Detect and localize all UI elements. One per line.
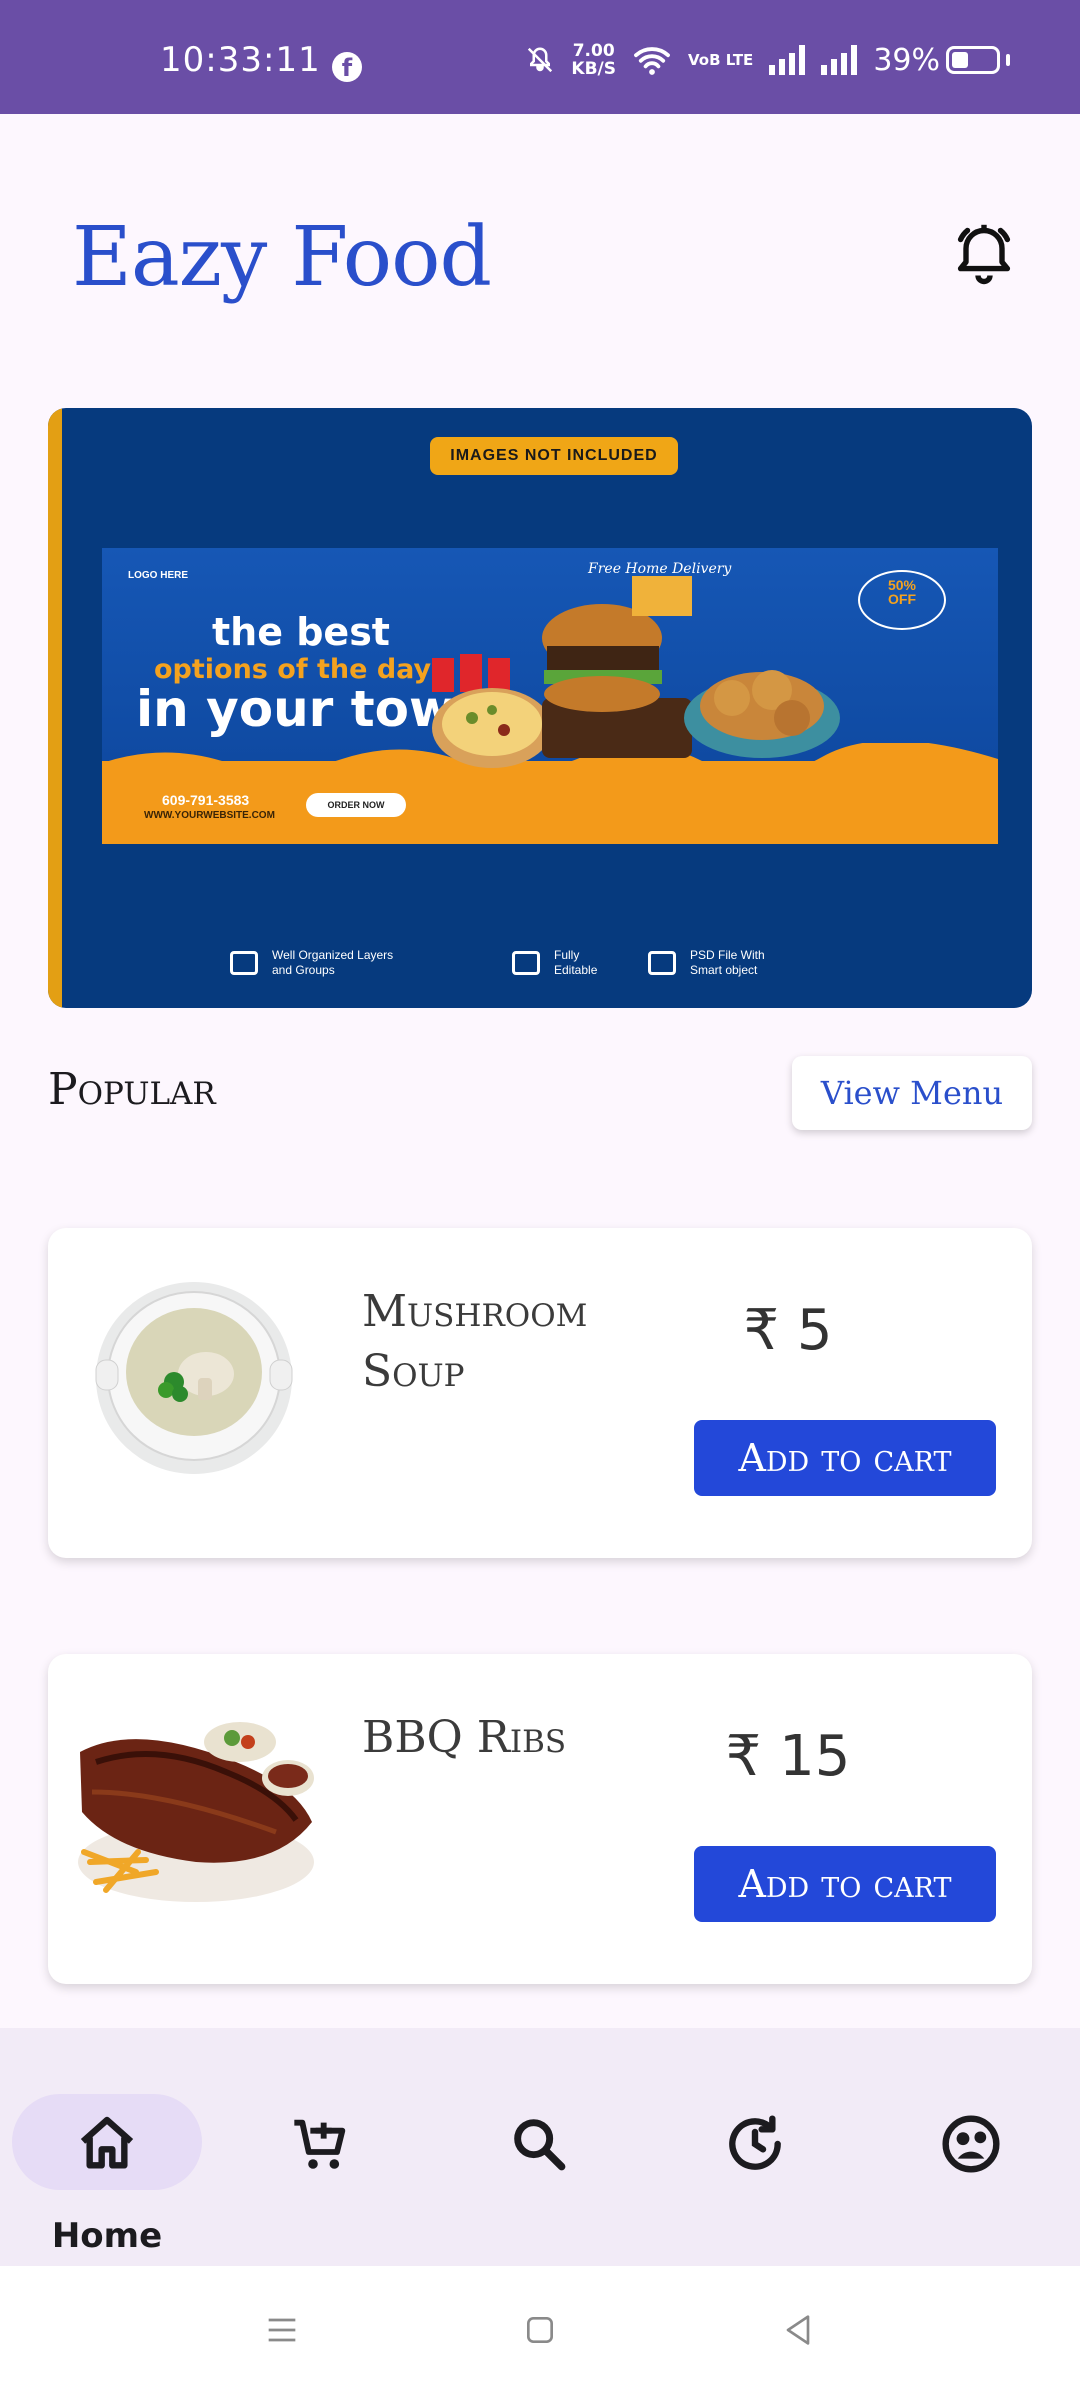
battery-nub (1006, 54, 1010, 66)
banner-feature-2: Fully Editable (512, 948, 624, 978)
nav-home[interactable]: Home (12, 2064, 202, 2256)
item-price: ₹ 15 (725, 1724, 851, 1789)
banner-accent-edge (48, 408, 62, 1008)
bell-off-icon (528, 47, 553, 73)
network-speed-value: 7.00 (572, 41, 615, 61)
banner-order-button: ORDER NOW (306, 793, 406, 817)
network-speed-unit: KB/S (571, 59, 616, 79)
recent-apps-icon[interactable] (262, 2310, 302, 2350)
cart-icon (294, 2119, 346, 2169)
layers-icon (230, 951, 258, 975)
banner-feature-3: PSD File With Smart object (648, 948, 790, 978)
bottom-nav: Home (0, 2028, 1080, 2266)
item-name: BBQ Ribs (362, 1712, 567, 1763)
popular-heading: Popular (48, 1064, 216, 1115)
food-illustration (432, 576, 840, 768)
app-title: Eazy Food (72, 210, 492, 305)
banner-logo: LOGO HERE (128, 570, 189, 581)
food-card[interactable]: Mushroom Soup ₹ 5 Add to cart (48, 1228, 1032, 1558)
banner-website: WWW.YOURWEBSITE.COM (144, 810, 275, 821)
item-price: ₹ 5 (743, 1298, 833, 1363)
banner-feature-label: Fully Editable (554, 948, 598, 977)
item-name: Mushroom Soup (362, 1286, 588, 1397)
search-icon (514, 2119, 566, 2171)
banner-tag: IMAGES NOT INCLUDED (430, 437, 678, 475)
folder-icon (648, 951, 676, 975)
promo-banner[interactable]: IMAGES NOT INCLUDED LOGO HERE the best o… (48, 408, 1032, 1008)
signal-icon-2 (821, 45, 858, 75)
add-to-cart-button[interactable]: Add to cart (694, 1420, 996, 1496)
banner-feature-1: Well Organized Layers and Groups (230, 948, 402, 978)
food-card[interactable]: BBQ Ribs ₹ 15 Add to cart (48, 1654, 1032, 1984)
network-speed: 7.00 KB/S (571, 42, 616, 78)
banner-discount-badge: 50% OFF (858, 570, 946, 630)
banner-phone: 609-791-3583 (162, 792, 250, 808)
add-to-cart-button[interactable]: Add to cart (694, 1846, 996, 1922)
history-icon (729, 2115, 781, 2170)
nav-search[interactable] (444, 2064, 634, 2234)
banner-discount-value: 50% (887, 577, 917, 593)
edit-icon (512, 951, 540, 975)
battery-indicator: 39% (873, 43, 1010, 78)
back-icon[interactable] (778, 2310, 818, 2350)
banner-discount-label: OFF (888, 591, 916, 607)
signal-icon-1 (769, 45, 806, 75)
bbq-ribs-image (78, 1722, 314, 1902)
banner-feature-label: Well Organized Layers and Groups (272, 948, 394, 977)
nav-history[interactable] (660, 2064, 850, 2234)
nav-cart[interactable] (226, 2064, 416, 2234)
wifi-icon (634, 47, 670, 75)
status-bar: 10:33:11 f 7.00 KB/S VoB LTE 39% (0, 0, 1080, 114)
nav-profile[interactable] (876, 2064, 1066, 2234)
banner-artwork: LOGO HERE the best options of the day in… (102, 548, 998, 844)
view-menu-button[interactable]: View Menu (792, 1056, 1032, 1130)
home-button-icon[interactable] (520, 2310, 560, 2350)
nav-home-label: Home (51, 2216, 163, 2256)
battery-icon (946, 46, 1000, 74)
battery-percent: 39% (873, 42, 940, 78)
profile-icon (942, 2115, 1000, 2173)
banner-feature-label: PSD File With Smart object (690, 948, 765, 977)
system-nav-bar (0, 2266, 1080, 2400)
battery-fill (952, 52, 969, 68)
banner-headline-1: the best (212, 610, 390, 654)
lte-indicator: VoB LTE (688, 51, 754, 69)
notification-bell-icon[interactable] (948, 220, 1020, 292)
mushroom-soup-image (95, 1282, 293, 1474)
home-icon (80, 2116, 134, 2169)
status-icons: 7.00 KB/S VoB LTE 39% (525, 42, 1010, 78)
facebook-notification-icon: f (332, 52, 362, 82)
status-time: 10:33:11 (160, 40, 321, 80)
